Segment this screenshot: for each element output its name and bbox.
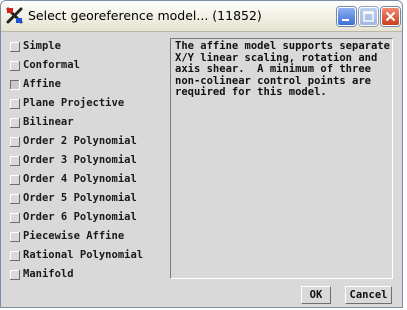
radio-unselected-icon[interactable]	[9, 60, 21, 72]
model-option[interactable]: Affine	[9, 76, 169, 95]
georeference-app-icon	[6, 7, 23, 24]
model-option-label: Plane Projective	[23, 97, 125, 109]
model-option[interactable]: Piecewise Affine	[9, 228, 169, 247]
radio-unselected-icon[interactable]	[9, 98, 21, 110]
dialog-window: Select georeference model... (11852) Sim…	[0, 0, 403, 308]
model-option-label: Simple	[23, 40, 61, 52]
ok-button[interactable]: OK	[301, 286, 331, 304]
model-description: The affine model supports separate X/Y l…	[170, 38, 393, 279]
model-option-label: Affine	[23, 78, 61, 90]
model-option-label: Order 2 Polynomial	[23, 135, 137, 147]
model-option[interactable]: Order 5 Polynomial	[9, 190, 169, 209]
radio-unselected-icon[interactable]	[9, 174, 21, 186]
model-option[interactable]: Simple	[9, 38, 169, 57]
cancel-button[interactable]: Cancel	[345, 286, 392, 304]
model-option[interactable]: Manifold	[9, 266, 169, 285]
radio-unselected-icon[interactable]	[9, 250, 21, 262]
model-option[interactable]: Order 2 Polynomial	[9, 133, 169, 152]
radio-unselected-icon[interactable]	[9, 136, 21, 148]
maximize-icon[interactable]	[359, 7, 378, 26]
radio-unselected-icon[interactable]	[9, 269, 21, 281]
window-title: Select georeference model... (11852)	[28, 8, 262, 23]
radio-unselected-icon[interactable]	[9, 193, 21, 205]
model-option-label: Order 6 Polynomial	[23, 211, 137, 223]
minimize-icon[interactable]	[337, 7, 356, 26]
radio-unselected-icon[interactable]	[9, 41, 21, 53]
radio-unselected-icon[interactable]	[9, 212, 21, 224]
model-option[interactable]: Order 4 Polynomial	[9, 171, 169, 190]
radio-unselected-icon[interactable]	[9, 117, 21, 129]
model-option-label: Conformal	[23, 59, 80, 71]
model-option-label: Order 4 Polynomial	[23, 173, 137, 185]
model-option-label: Order 5 Polynomial	[23, 192, 137, 204]
model-option[interactable]: Order 3 Polynomial	[9, 152, 169, 171]
model-option[interactable]: Conformal	[9, 57, 169, 76]
model-option[interactable]: Order 6 Polynomial	[9, 209, 169, 228]
model-option[interactable]: Plane Projective	[9, 95, 169, 114]
radio-unselected-icon[interactable]	[9, 155, 21, 167]
radio-unselected-icon[interactable]	[9, 231, 21, 243]
model-option-label: Bilinear	[23, 116, 74, 128]
model-option[interactable]: Bilinear	[9, 114, 169, 133]
model-radio-list: Simple Conformal Affine Plane Projective Bil…	[9, 38, 169, 285]
model-option-label: Manifold	[23, 268, 74, 280]
model-option-label: Order 3 Polynomial	[23, 154, 137, 166]
close-icon[interactable]	[381, 7, 400, 26]
radio-selected-icon[interactable]	[9, 79, 21, 91]
model-option-label: Piecewise Affine	[23, 230, 125, 242]
model-option[interactable]: Rational Polynomial	[9, 247, 169, 266]
model-option-label: Rational Polynomial	[23, 249, 144, 261]
title-bar[interactable]: Select georeference model... (11852)	[1, 1, 402, 32]
